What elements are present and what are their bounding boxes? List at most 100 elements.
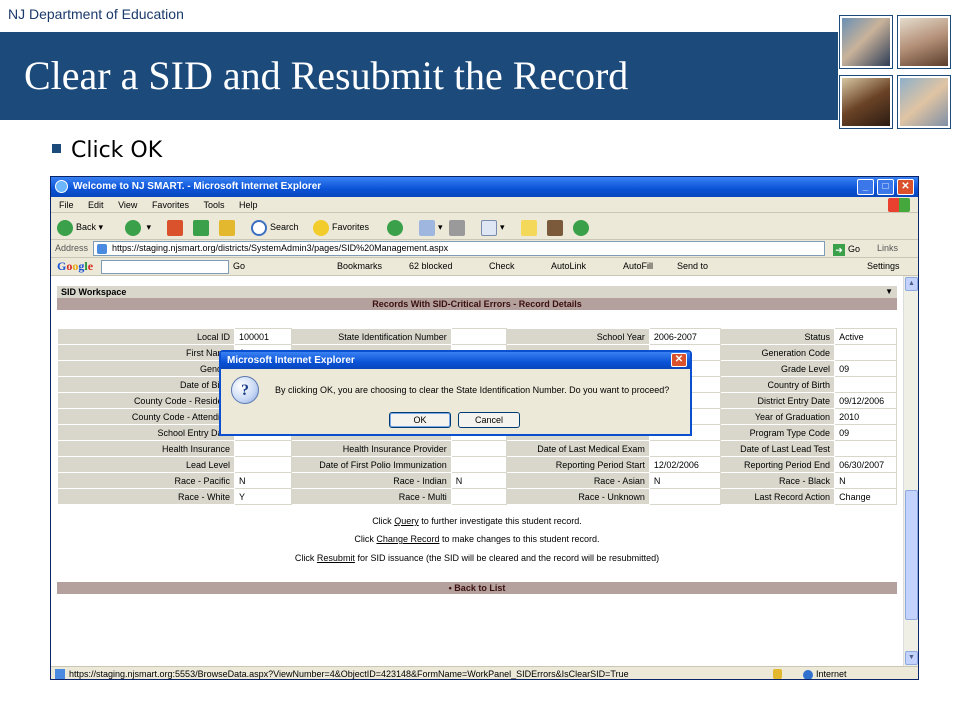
print-icon <box>449 219 465 236</box>
field-label: Date of Birth <box>57 376 235 393</box>
change-post: to make changes to this student record. <box>439 534 600 544</box>
dialog-message: By clicking OK, you are choosing to clea… <box>275 385 670 395</box>
menu-help[interactable]: Help <box>239 197 258 213</box>
star-icon <box>313 219 329 236</box>
status-bar: https://staging.njsmart.org:5553/BrowseD… <box>51 666 918 679</box>
autofill-button[interactable]: AutoFill <box>623 261 653 271</box>
address-input[interactable]: https://staging.njsmart.org/districts/Sy… <box>93 241 825 256</box>
field-label: Race - Unknown <box>506 488 650 505</box>
menu-view[interactable]: View <box>118 197 137 213</box>
google-search-input[interactable] <box>101 260 229 274</box>
minimize-button[interactable]: _ <box>857 179 874 195</box>
messenger-button[interactable] <box>573 218 592 236</box>
query-pre: Click <box>372 516 395 526</box>
search-button[interactable]: Search <box>251 218 299 236</box>
field-label: Race - White <box>57 488 235 505</box>
resubmit-link[interactable]: Resubmit <box>317 553 355 563</box>
back-button[interactable]: Back ▾ <box>57 218 103 236</box>
photo-collage <box>838 14 960 130</box>
research-button[interactable] <box>547 218 566 236</box>
bookmarks-button[interactable]: Bookmarks <box>337 261 382 271</box>
menu-tools[interactable]: Tools <box>203 197 224 213</box>
bullet-item: Click OK <box>52 138 162 163</box>
windows-logo-icon <box>888 198 910 212</box>
globe-icon <box>803 669 813 679</box>
edit-button[interactable]: ▾ <box>481 218 505 236</box>
refresh-button[interactable] <box>193 218 212 236</box>
maximize-button[interactable]: □ <box>877 179 894 195</box>
table-row: Race - Pacific N Race - Indian N Race - Asia… <box>57 472 897 489</box>
forward-button[interactable]: ▾ <box>125 218 151 236</box>
change-record-link[interactable]: Change Record <box>376 534 439 544</box>
home-button[interactable] <box>219 218 238 236</box>
field-value: 100001 <box>233 328 293 345</box>
field-label: Date of First Polio Immunization <box>291 456 452 473</box>
field-value <box>834 440 897 457</box>
home-icon <box>219 219 235 236</box>
dialog-close-button[interactable]: ✕ <box>671 353 687 367</box>
back-arrow-icon <box>57 219 73 236</box>
field-label: Local ID <box>57 328 235 345</box>
table-row: Race - White Y Race - Multi Race - Unknown L… <box>57 488 897 505</box>
field-label: Country of Birth <box>720 376 836 393</box>
go-button[interactable]: ➜ Go <box>833 242 860 256</box>
bullet-square-icon <box>52 143 61 153</box>
query-post: to further investigate this student reco… <box>418 516 582 526</box>
org-name: NJ Department of Education <box>8 6 184 22</box>
field-value: N <box>834 472 897 489</box>
send-to-button[interactable]: Send to <box>677 261 708 271</box>
scroll-up-icon[interactable]: ▲ <box>905 277 918 291</box>
scroll-thumb[interactable] <box>905 490 918 620</box>
window-close-button[interactable]: ✕ <box>897 179 914 195</box>
menu-edit[interactable]: Edit <box>88 197 104 213</box>
photo-people-3 <box>839 75 893 129</box>
scroll-down-icon[interactable]: ▼ <box>905 651 918 665</box>
field-label: Program Type Code <box>720 424 836 441</box>
workspace-dropdown-icon[interactable]: ▼ <box>885 286 893 298</box>
stop-icon <box>167 219 183 236</box>
ok-button[interactable]: OK <box>389 412 451 428</box>
field-label: Reporting Period End <box>720 456 836 473</box>
field-label: District Entry Date <box>720 392 836 409</box>
slide-title: Clear a SID and Resubmit the Record <box>24 53 629 98</box>
discuss-button[interactable] <box>521 218 540 236</box>
resubmit-pre: Click <box>294 553 317 563</box>
window-titlebar: Welcome to NJ SMART. - Microsoft Interne… <box>51 177 918 197</box>
field-label: Generation Code <box>720 344 836 361</box>
menu-favorites[interactable]: Favorites <box>152 197 189 213</box>
menu-file[interactable]: File <box>59 197 74 213</box>
print-button[interactable] <box>449 218 468 236</box>
photo-people-4 <box>897 75 951 129</box>
history-button[interactable] <box>387 218 406 236</box>
mail-icon <box>419 219 435 236</box>
photo-people-2 <box>897 15 951 69</box>
settings-button[interactable]: Settings <box>867 261 900 271</box>
back-label: Back <box>76 222 97 232</box>
history-icon <box>387 219 403 236</box>
mail-button[interactable]: ▾ <box>419 218 443 236</box>
field-value: Active <box>834 328 897 345</box>
vertical-scrollbar[interactable]: ▲ ▼ <box>903 276 918 666</box>
table-row: Lead Level Date of First Polio Immunizati… <box>57 456 897 473</box>
workspace-title: SID Workspace <box>61 287 127 297</box>
lock-icon <box>773 669 782 679</box>
field-label: County Code - Attending <box>57 408 235 425</box>
links-label[interactable]: Links <box>877 243 898 253</box>
google-go-button[interactable]: Go <box>233 261 245 271</box>
field-value <box>834 344 897 361</box>
popup-blocked-button[interactable]: 62 blocked <box>409 261 453 271</box>
field-value: 06/30/2007 <box>834 456 897 473</box>
stop-button[interactable] <box>167 218 186 236</box>
autolink-button[interactable]: AutoLink <box>551 261 586 271</box>
ie-window: Welcome to NJ SMART. - Microsoft Interne… <box>50 176 919 680</box>
back-to-list-link[interactable]: • Back to List <box>57 582 897 594</box>
query-link[interactable]: Query <box>394 516 419 526</box>
field-value <box>648 488 722 505</box>
field-value <box>834 376 897 393</box>
forward-arrow-icon <box>125 219 141 236</box>
field-value <box>450 440 508 457</box>
favorites-button[interactable]: Favorites <box>313 218 369 236</box>
field-value <box>450 488 508 505</box>
cancel-button[interactable]: Cancel <box>458 412 520 428</box>
spell-check-button[interactable]: Check <box>489 261 515 271</box>
